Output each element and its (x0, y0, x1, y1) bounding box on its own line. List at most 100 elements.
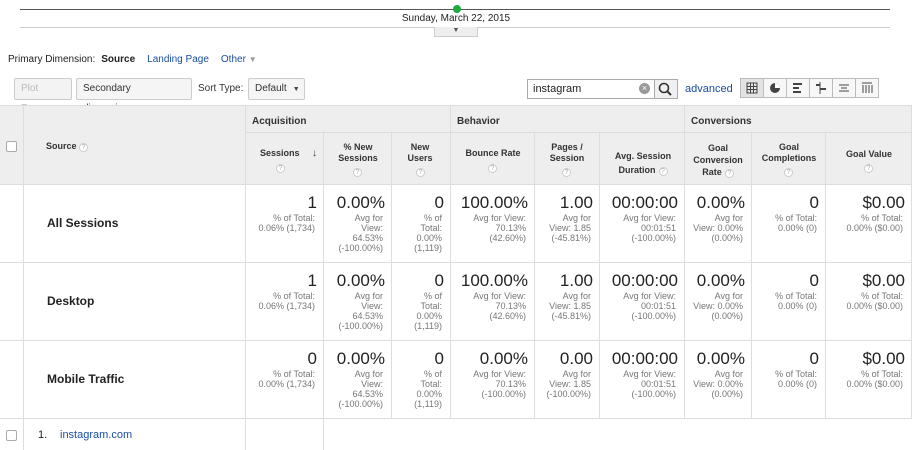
metric-comparison: % of Total: 0.00% (0) (775, 291, 817, 311)
metric-comparison-line: (1,119) (414, 321, 442, 331)
col-header-avg-session-duration[interactable]: Avg. Session Duration? (600, 133, 685, 185)
metric-comparison-line: (-45.81%) (551, 311, 591, 321)
help-icon[interactable]: ? (488, 164, 497, 173)
metric-comparison-line: 00:01:51 (640, 301, 676, 311)
metric-comparison-line: View: 0.00% (693, 379, 743, 389)
metric-comparison-line: 0.06% (1,734) (258, 223, 315, 233)
metric-comparison-line: 0.00% (416, 389, 442, 399)
acquisition-group-header: Acquisition (246, 105, 451, 133)
bar-chart-icon[interactable] (786, 78, 810, 98)
metric-comparison-line: View: 0.00% (693, 301, 743, 311)
metric-cell: 1% of Total: 0.06% (1,734) (246, 263, 324, 341)
col-new-sessions-label: % New Sessions (338, 142, 378, 163)
help-icon[interactable]: ? (353, 168, 362, 177)
primary-dimension-landing-page[interactable]: Landing Page (147, 54, 209, 65)
help-icon[interactable]: ? (658, 167, 668, 176)
chevron-down-icon[interactable]: ▼ (434, 27, 478, 37)
metric-cell: 0.00% Avg for View: 70.13% (-100.00%) (451, 341, 535, 419)
metric-value: 0.00% (696, 271, 745, 290)
metric-comparison-line: (1,119) (414, 243, 442, 253)
col-header-goal-completions[interactable]: Goal Completions ? (752, 133, 826, 185)
metric-comparison-line: Avg for View: (623, 369, 676, 379)
search-button[interactable] (655, 79, 678, 99)
col-header-new-sessions[interactable]: % New Sessions ? (324, 133, 392, 185)
help-icon[interactable]: ? (864, 164, 873, 173)
metric-value: 0.00 (559, 349, 593, 368)
help-icon[interactable]: ? (79, 143, 89, 152)
metric-comparison-line: % of Total: (775, 369, 817, 379)
col-header-sessions[interactable]: Sessions ↓ ? (246, 133, 324, 185)
help-icon[interactable]: ? (416, 168, 425, 177)
metric-value: 0 (434, 349, 444, 368)
source-link[interactable]: instagram.com (60, 429, 132, 441)
metric-comparison-line: View: 1.85 (549, 223, 591, 233)
row-cell (246, 419, 324, 450)
metric-comparison-line: Avg for (562, 369, 591, 379)
help-icon[interactable]: ? (276, 164, 285, 173)
metric-comparison-line: (-45.81%) (551, 233, 591, 243)
timeline-point[interactable] (453, 5, 461, 13)
metric-cell: 00:00:00 Avg for View: 00:01:51 (-100.00%) (600, 185, 685, 263)
metric-value: 100.00% (460, 193, 528, 212)
select-all-checkbox[interactable] (6, 141, 17, 152)
summary-row-select-cell (0, 341, 24, 419)
behavior-group-label: Behavior (457, 116, 500, 127)
metric-comparison-line: 0.00% (0) (777, 379, 817, 389)
metric-comparison: % of Total: 0.00% (0) (775, 369, 817, 389)
pivot-icon[interactable] (855, 78, 879, 98)
metric-cell: 0% of Total: 0.00% (1,119) (392, 341, 451, 419)
col-header-bounce-rate[interactable]: Bounce Rate ? (451, 133, 535, 185)
metric-comparison-line: (-100.00%) (338, 243, 383, 253)
clear-search-icon[interactable]: × (639, 83, 650, 94)
metric-comparison-line: View: (361, 379, 383, 389)
help-icon[interactable]: ? (562, 168, 571, 177)
metric-value: 0 (809, 271, 819, 290)
timeline: Sunday, March 22, 2015 ▼ (0, 0, 912, 48)
sort-descending-icon: ↓ (312, 148, 317, 159)
col-header-new-users[interactable]: New Users ? (392, 133, 451, 185)
metric-comparison: Avg for View: 70.13% (42.60%) (473, 213, 526, 243)
search-input[interactable]: instagram × (527, 79, 655, 99)
metric-comparison-line: Avg for (354, 291, 383, 301)
metric-value: 00:00:00 (611, 349, 678, 368)
col-new-users-label: New Users (407, 142, 433, 163)
metric-value: $0.00 (862, 193, 905, 212)
table-view-icon[interactable] (740, 78, 764, 98)
help-icon[interactable]: ? (724, 169, 734, 178)
metric-comparison-line: Total: (420, 379, 442, 389)
col-header-pages-session[interactable]: Pages / Session ? (535, 133, 600, 185)
metric-comparison-line: 00:01:51 (640, 223, 676, 233)
summary-row: All Sessions (24, 185, 246, 263)
help-icon[interactable]: ? (784, 168, 793, 177)
row-checkbox[interactable] (6, 430, 17, 441)
metric-comparison: Avg for View: 0.00% (0.00%) (693, 369, 743, 399)
metric-comparison-line: Avg for (714, 369, 743, 379)
metric-comparison-line: (42.60%) (489, 233, 526, 243)
metric-comparison-line: (0.00%) (711, 311, 743, 321)
metric-cell: 00:00:00 Avg for View: 00:01:51 (-100.00%) (600, 263, 685, 341)
advanced-filter-link[interactable]: advanced (685, 83, 733, 95)
metric-comparison: Avg for View: 00:01:51 (-100.00%) (623, 291, 676, 321)
secondary-dimension-select[interactable]: Secondary dimension▼ (76, 78, 192, 114)
metric-cell: 1.00 Avg for View: 1.85 (-45.81%) (535, 185, 600, 263)
metric-value: 0.00% (696, 193, 745, 212)
metric-comparison-line: (0.00%) (711, 233, 743, 243)
plot-rows-button[interactable]: Plot Rows (14, 78, 72, 114)
source-header-cell[interactable]: Source ? (24, 105, 246, 185)
col-header-goal-conversion-rate[interactable]: Goal Conversion Rate? (685, 133, 752, 185)
metric-cell: 0.00% Avg for View: 64.53% (-100.00%) (324, 185, 392, 263)
primary-dimension-other[interactable]: Other ▼ (221, 54, 257, 65)
metric-comparison-line: 0.00% (0) (777, 223, 817, 233)
summary-row-label: All Sessions (47, 216, 119, 230)
metric-comparison-line: Avg for View: (623, 213, 676, 223)
col-header-goal-value[interactable]: Goal Value ? (826, 133, 912, 185)
metric-comparison: % of Total: 0.00% (1,119) (414, 213, 442, 253)
pie-chart-icon[interactable] (763, 78, 787, 98)
metric-cell: 1.00 Avg for View: 1.85 (-45.81%) (535, 263, 600, 341)
source-header-label: Source ? (46, 141, 89, 152)
metric-cell: 0% of Total: 0.00% (1,119) (392, 263, 451, 341)
term-cloud-icon[interactable] (832, 78, 856, 98)
comparison-icon[interactable] (809, 78, 833, 98)
sort-type-select[interactable]: Default ▼ (248, 78, 305, 100)
metric-value: 0.00% (336, 271, 385, 290)
